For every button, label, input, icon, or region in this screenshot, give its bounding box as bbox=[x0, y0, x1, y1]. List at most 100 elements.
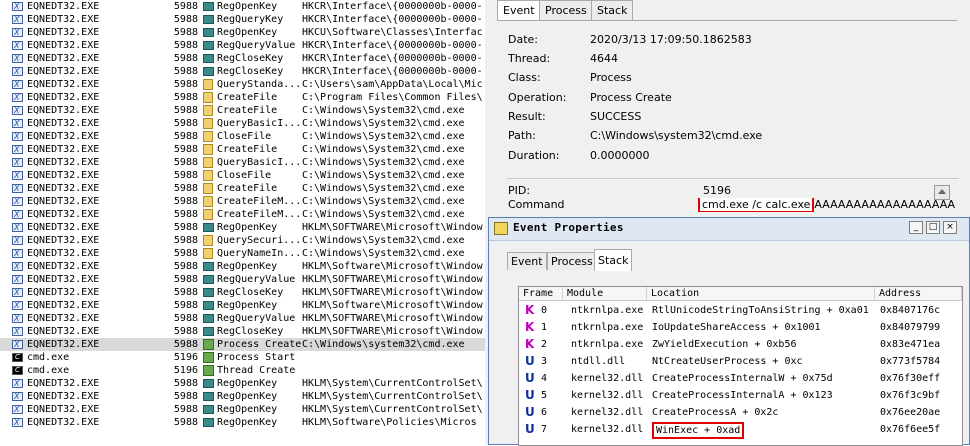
path: C:\Windows\System32\cmd.exe bbox=[302, 118, 465, 129]
dialog-tab-event[interactable]: Event bbox=[507, 252, 547, 270]
event-row[interactable]: EQNEDT32.EXE 5988 CloseFile C:\Windows\Syst… bbox=[0, 130, 485, 143]
process-name: EQNEDT32.EXE bbox=[27, 170, 100, 181]
process-name: EQNEDT32.EXE bbox=[27, 417, 100, 428]
process-name: EQNEDT32.EXE bbox=[27, 209, 100, 220]
process-name: EQNEDT32.EXE bbox=[27, 196, 100, 207]
process-name: EQNEDT32.EXE bbox=[27, 313, 100, 324]
dialog-tab-process[interactable]: Process bbox=[547, 252, 597, 270]
event-row[interactable]: EQNEDT32.EXE 5988 CreateFileM...C:\Windows… bbox=[0, 208, 485, 221]
pid: 5988 bbox=[173, 66, 198, 77]
event-row[interactable]: EQNEDT32.EXE 5988 RegOpenKey HKLM\System\Cu… bbox=[0, 403, 485, 416]
stack-frame-row[interactable]: U 3 ntdll.dll NtCreateUserProcess + 0xc 0x77… bbox=[519, 353, 962, 370]
process-name: EQNEDT32.EXE bbox=[27, 326, 100, 337]
path: HKCR\Interface\{0000000b-0000- bbox=[302, 14, 483, 25]
pid: 5988 bbox=[173, 235, 198, 246]
event-row[interactable]: EQNEDT32.EXE 5988 RegQueryKey HKCR\Interfac… bbox=[0, 13, 485, 26]
close-icon[interactable]: × bbox=[943, 221, 957, 234]
module: kernel32.dll bbox=[571, 373, 644, 384]
pid: 5988 bbox=[173, 183, 198, 194]
event-row[interactable]: EQNEDT32.EXE 5988 RegCloseKey HKLM\SOFTWARE… bbox=[0, 286, 485, 299]
tab-process[interactable]: Process bbox=[539, 0, 593, 20]
operation: QuerySecuri... bbox=[217, 235, 302, 246]
event-row[interactable]: EQNEDT32.EXE 5988 CreateFile C:\Windows\Sys… bbox=[0, 182, 485, 195]
scroll-up-arrow-icon[interactable] bbox=[934, 185, 950, 200]
stack-frame-row[interactable]: K 2 ntkrnlpa.exe ZwYieldExecution + 0xb56 0x… bbox=[519, 336, 962, 353]
path: HKLM\SOFTWARE\Microsoft\Window bbox=[302, 313, 483, 324]
stack-frame-row[interactable]: K 0 ntkrnlpa.exe RtlUnicodeStringToAnsiStri… bbox=[519, 302, 962, 319]
event-row[interactable]: EQNEDT32.EXE 5988 RegOpenKey HKLM\Software\… bbox=[0, 299, 485, 312]
event-list[interactable]: EQNEDT32.EXE 5988 RegOpenKey HKCR\Interface… bbox=[0, 0, 485, 445]
event-row[interactable]: EQNEDT32.EXE 5988 CreateFileM...C:\Windows… bbox=[0, 195, 485, 208]
event-row[interactable]: EQNEDT32.EXE 5988 RegCloseKey HKCR\Interfac… bbox=[0, 65, 485, 78]
path: HKLM\Software\Microsoft\Window bbox=[302, 300, 483, 311]
event-row[interactable]: EQNEDT32.EXE 5988 QueryNameIn...C:\Windows… bbox=[0, 247, 485, 260]
process-name: EQNEDT32.EXE bbox=[27, 92, 100, 103]
dialog-tab-stack[interactable]: Stack bbox=[594, 249, 633, 271]
process-name: EQNEDT32.EXE bbox=[27, 183, 100, 194]
stack-frame-row[interactable]: K 1 ntkrnlpa.exe IoUpdateShareAccess + 0x10… bbox=[519, 319, 962, 336]
registry-icon bbox=[203, 390, 215, 403]
event-row[interactable]: EQNEDT32.EXE 5988 RegCloseKey HKCR\Interfac… bbox=[0, 52, 485, 65]
event-row[interactable]: cmd.exe 5196 Thread Create bbox=[0, 364, 485, 377]
stack-frame-row[interactable]: U 4 kernel32.dll CreateProcessInternalW + 0… bbox=[519, 370, 962, 387]
process-name: EQNEDT32.EXE bbox=[27, 404, 100, 415]
process-name: EQNEDT32.EXE bbox=[27, 131, 100, 142]
event-row[interactable]: EQNEDT32.EXE 5988 QueryBasicI...C:\Windows… bbox=[0, 117, 485, 130]
operation: RegCloseKey bbox=[217, 66, 284, 77]
minimize-icon[interactable]: _ bbox=[909, 221, 923, 234]
event-row[interactable]: cmd.exe 5196 Process Start bbox=[0, 351, 485, 364]
maximize-icon[interactable]: □ bbox=[926, 221, 940, 234]
event-row[interactable]: EQNEDT32.EXE 5988 RegOpenKey HKLM\System\Cu… bbox=[0, 390, 485, 403]
kernel-mode-icon: K bbox=[525, 337, 535, 351]
event-row[interactable]: EQNEDT32.EXE 5988 RegQueryValue HKCR\Interf… bbox=[0, 39, 485, 52]
event-row[interactable]: EQNEDT32.EXE 5988 QueryBasicI...C:\Windows… bbox=[0, 156, 485, 169]
stack-frame-row[interactable]: U 6 kernel32.dll CreateProcessA + 0x2c 0x76e… bbox=[519, 404, 962, 421]
pid: 5988 bbox=[173, 404, 198, 415]
event-row[interactable]: EQNEDT32.EXE 5988 RegOpenKey HKCR\Interface… bbox=[0, 0, 485, 13]
event-row[interactable]: EQNEDT32.EXE 5988 RegOpenKey HKLM\System\Cu… bbox=[0, 377, 485, 390]
operation: CreateFile bbox=[217, 144, 278, 155]
tab-event[interactable]: Event bbox=[497, 0, 541, 21]
event-row[interactable]: EQNEDT32.EXE 5988 CreateFile C:\Windows\Sys… bbox=[0, 143, 485, 156]
pid: 5988 bbox=[173, 248, 198, 259]
event-row[interactable]: EQNEDT32.EXE 5988 RegQueryValue HKLM\SOFTWA… bbox=[0, 273, 485, 286]
event-row[interactable]: EQNEDT32.EXE 5988 RegOpenKey HKLM\Software\… bbox=[0, 260, 485, 273]
event-row[interactable]: EQNEDT32.EXE 5988 CreateFile C:\Windows\Sys… bbox=[0, 104, 485, 117]
col-frame[interactable]: Frame bbox=[519, 287, 563, 301]
process-icon bbox=[203, 338, 215, 351]
event-row[interactable]: EQNEDT32.EXE 5988 RegOpenKey HKCU\Software\… bbox=[0, 26, 485, 39]
event-row[interactable]: EQNEDT32.EXE 5988 RegQueryValue HKLM\SOFTWA… bbox=[0, 312, 485, 325]
exe-process-icon bbox=[10, 130, 24, 143]
path: C:\Windows\System32\cmd.exe bbox=[302, 183, 465, 194]
path: C:\Windows\System32\cmd.exe bbox=[302, 209, 465, 220]
exe-process-icon bbox=[10, 0, 24, 13]
col-location[interactable]: Location bbox=[647, 287, 875, 301]
event-row[interactable]: EQNEDT32.EXE 5988 CreateFile C:\Program Fil… bbox=[0, 91, 485, 104]
event-row[interactable]: EQNEDT32.EXE 5988 RegOpenKey HKLM\SOFTWARE\… bbox=[0, 221, 485, 234]
event-row[interactable]: EQNEDT32.EXE 5988 RegOpenKey HKLM\Software\… bbox=[0, 416, 485, 429]
col-address[interactable]: Address bbox=[875, 287, 962, 301]
path: C:\Windows\System32\cmd.exe bbox=[302, 157, 465, 168]
operation: RegCloseKey bbox=[217, 326, 284, 337]
event-row[interactable]: EQNEDT32.EXE 5988 CloseFile C:\Windows\Syst… bbox=[0, 169, 485, 182]
location: IoUpdateShareAccess + 0x1001 bbox=[652, 322, 821, 333]
dialog-titlebar[interactable]: Event Properties _ □ × bbox=[489, 218, 969, 241]
col-module[interactable]: Module bbox=[563, 287, 647, 301]
path: HKCR\Interface\{0000000b-0000- bbox=[302, 40, 483, 51]
details-box: PID:5196 Command line: cmd.exe /c calc.e… bbox=[507, 178, 959, 219]
process-name: EQNEDT32.EXE bbox=[27, 378, 100, 389]
event-row[interactable]: EQNEDT32.EXE 5988 Process CreateC:\Windows… bbox=[0, 338, 485, 351]
event-row[interactable]: EQNEDT32.EXE 5988 QueryStanda...C:\Users\s… bbox=[0, 78, 485, 91]
exe-process-icon bbox=[10, 286, 24, 299]
event-row[interactable]: EQNEDT32.EXE 5988 QuerySecuri...C:\Windows… bbox=[0, 234, 485, 247]
module: kernel32.dll bbox=[571, 390, 644, 401]
operation: RegOpenKey bbox=[217, 1, 278, 12]
process-name: cmd.exe bbox=[27, 365, 70, 376]
cmd-process-icon bbox=[10, 364, 24, 377]
stack-frame-row[interactable]: U 5 kernel32.dll CreateProcessInternalA + 0… bbox=[519, 387, 962, 404]
file-icon bbox=[203, 247, 215, 260]
stack-frame-row[interactable]: U 7 kernel32.dll WinExec + 0xad 0x76f6ee5f bbox=[519, 421, 962, 439]
event-row[interactable]: EQNEDT32.EXE 5988 RegCloseKey HKLM\SOFTWARE… bbox=[0, 325, 485, 338]
path: HKLM\System\CurrentControlSet\ bbox=[302, 391, 483, 402]
tab-stack[interactable]: Stack bbox=[591, 0, 634, 20]
